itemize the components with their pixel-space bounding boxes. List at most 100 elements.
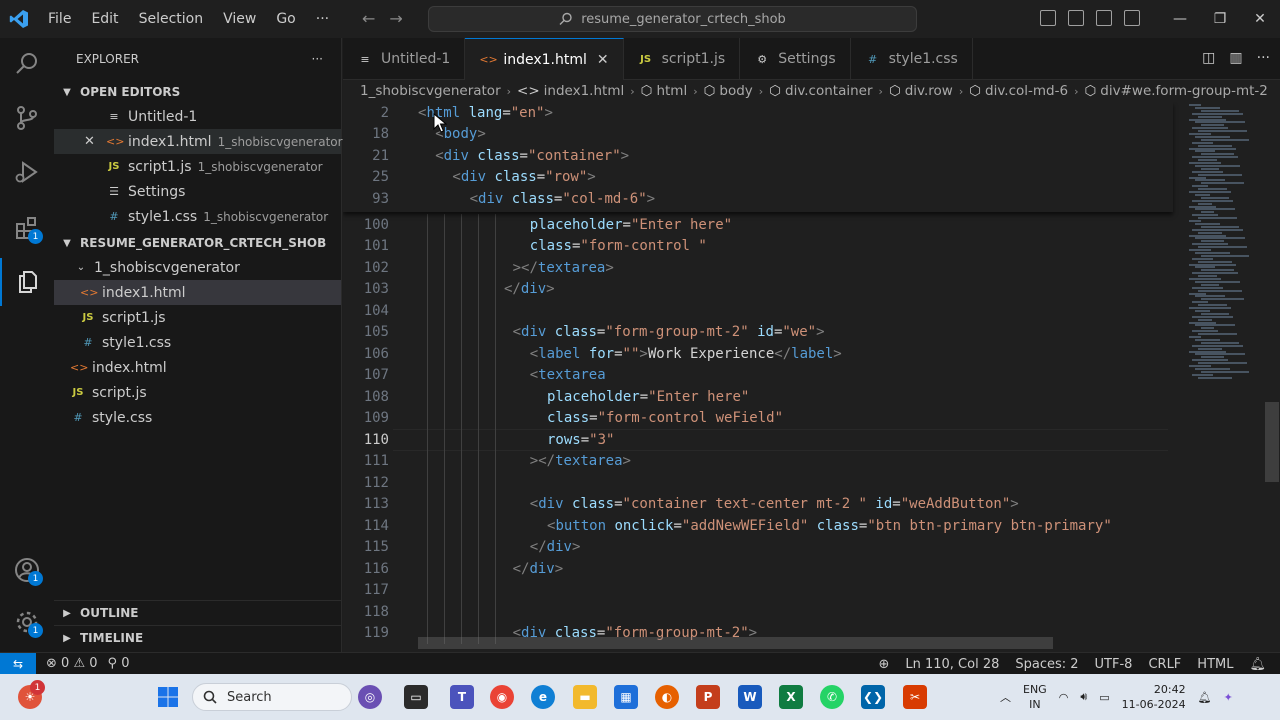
code-line[interactable]: 111 ></textarea>: [343, 451, 1173, 473]
sticky-scroll[interactable]: 2 <html lang="en"> 18 <body> 21 <div class="c…: [343, 102, 1173, 212]
windows-start-icon[interactable]: [156, 685, 180, 709]
copilot-tray-icon[interactable]: ✦: [1224, 691, 1233, 704]
tab-index1-html[interactable]: <> index1.html ✕: [465, 38, 624, 80]
restore-icon[interactable]: ❐: [1200, 0, 1240, 38]
remote-indicator-icon[interactable]: ⇆: [0, 652, 36, 675]
split-editor-icon[interactable]: ▥: [1229, 50, 1242, 66]
code-editor[interactable]: 100 placeholder="Enter here" 101 class="for…: [343, 102, 1280, 652]
clock[interactable]: 20:42 11-06-2024: [1122, 682, 1186, 712]
more-actions-icon[interactable]: ···: [1257, 50, 1270, 66]
chevron-up-icon[interactable]: ︿: [1000, 689, 1011, 705]
menu-file[interactable]: File: [38, 0, 81, 38]
file-item[interactable]: <> index1.html: [54, 280, 341, 305]
code-line[interactable]: 112: [343, 472, 1173, 494]
open-editor-item[interactable]: ✕ <> index1.html 1_shobiscvgenerator: [54, 129, 343, 154]
close-tab-icon[interactable]: ✕: [597, 52, 609, 68]
code-line[interactable]: 116 </div>: [343, 558, 1173, 580]
toggle-panel-icon[interactable]: [1068, 10, 1084, 26]
menu-go[interactable]: Go: [266, 0, 305, 38]
open-changes-icon[interactable]: ◫: [1202, 50, 1215, 66]
file-item[interactable]: # style1.css: [54, 330, 341, 355]
language-mode[interactable]: HTML: [1197, 657, 1233, 672]
minimap[interactable]: [1185, 102, 1280, 652]
code-line[interactable]: 21 <div class="container">: [343, 145, 1173, 167]
ports-indicator[interactable]: ⚲ 0: [108, 656, 130, 671]
code-line[interactable]: 108 placeholder="Enter here": [343, 386, 1173, 408]
folder-item[interactable]: ⌄ 1_shobiscvgenerator: [54, 255, 341, 280]
file-item[interactable]: # style.css: [54, 405, 341, 430]
code-line[interactable]: 115 </div>: [343, 537, 1173, 559]
explorer-more-button[interactable]: ···: [312, 52, 323, 66]
minimize-icon[interactable]: —: [1160, 0, 1200, 38]
code-line[interactable]: 117: [343, 580, 1173, 602]
breadcrumb-item[interactable]: 1_shobiscvgenerator: [360, 83, 501, 99]
problems-indicator[interactable]: ⊗ 0 ⚠ 0: [46, 656, 98, 671]
code-line[interactable]: 106 <label for="">Work Experience</label>: [343, 343, 1173, 365]
explorer-activity[interactable]: [0, 40, 54, 88]
menu-edit[interactable]: Edit: [81, 0, 128, 38]
open-editor-item[interactable]: ≡ Untitled-1: [54, 104, 341, 129]
menu-selection[interactable]: Selection: [129, 0, 214, 38]
breadcrumb-item[interactable]: index1.html: [544, 83, 625, 99]
cursor-position[interactable]: Ln 110, Col 28: [905, 657, 999, 672]
code-line[interactable]: 118: [343, 601, 1173, 623]
breadcrumb-item[interactable]: div.row: [905, 83, 953, 99]
snipping-tool-icon[interactable]: ✂: [903, 685, 927, 709]
open-editor-item[interactable]: JS script1.js 1_shobiscvgenerator: [54, 154, 341, 179]
tab-style1-css[interactable]: # style1.css: [851, 38, 973, 80]
file-item[interactable]: JS script.js: [54, 380, 341, 405]
tab-script1-js[interactable]: JS script1.js: [624, 38, 741, 80]
close-editor-icon[interactable]: ✕: [84, 134, 95, 149]
code-line[interactable]: 101 class="form-control ": [343, 236, 1173, 258]
encoding[interactable]: UTF-8: [1095, 657, 1133, 672]
powerpoint-app-icon[interactable]: P: [696, 685, 720, 709]
toggle-primary-sidebar-icon[interactable]: [1040, 10, 1056, 26]
code-line[interactable]: 102 ></textarea>: [343, 257, 1173, 279]
file-explorer-icon[interactable]: ▬: [573, 685, 597, 709]
breadcrumb-item[interactable]: div.container: [785, 83, 873, 99]
copilot-app-icon[interactable]: ◎: [358, 685, 382, 709]
close-window-icon[interactable]: ✕: [1240, 0, 1280, 38]
whatsapp-app-icon[interactable]: ✆: [820, 685, 844, 709]
file-item[interactable]: <> index.html: [54, 355, 341, 380]
tab-settings[interactable]: ⚙ Settings: [740, 38, 851, 80]
firefox-app-icon[interactable]: ◐: [655, 685, 679, 709]
end-of-line[interactable]: CRLF: [1148, 657, 1181, 672]
menu-more[interactable]: ···: [306, 0, 339, 38]
command-center-search[interactable]: resume_generator_crtech_shob: [428, 6, 917, 32]
horizontal-scrollbar[interactable]: [418, 637, 1053, 649]
breadcrumb-item[interactable]: div#we.form-group-mt-2: [1100, 83, 1268, 99]
timeline-section[interactable]: ▶ TIMELINE: [54, 625, 341, 650]
zoom-icon[interactable]: ⊕: [878, 657, 889, 672]
notification-icon[interactable]: 🔔︎: [1198, 691, 1212, 704]
run-debug-activity[interactable]: [0, 148, 54, 196]
code-line[interactable]: 107 <textarea: [343, 365, 1173, 387]
taskbar-search[interactable]: Search: [192, 683, 352, 711]
store-app-icon[interactable]: ▦: [614, 685, 638, 709]
code-line[interactable]: 100 placeholder="Enter here": [343, 214, 1173, 236]
notifications-bell-icon[interactable]: 🔔︎: [1249, 657, 1266, 672]
code-line[interactable]: 25 <div class="row">: [343, 167, 1173, 189]
word-app-icon[interactable]: W: [738, 685, 762, 709]
code-line[interactable]: 104: [343, 300, 1173, 322]
breadcrumb-item[interactable]: body: [719, 83, 752, 99]
excel-app-icon[interactable]: X: [779, 685, 803, 709]
source-control-activity[interactable]: [0, 94, 54, 142]
breadcrumb-item[interactable]: div.col-md-6: [985, 83, 1068, 99]
edge-app-icon[interactable]: e: [531, 685, 555, 709]
vertical-scrollbar[interactable]: [1265, 402, 1279, 482]
code-line[interactable]: 114 <button onclick="addNewWEField" class…: [343, 515, 1173, 537]
open-editor-item[interactable]: # style1.css 1_shobiscvgenerator: [54, 204, 341, 229]
language-indicator[interactable]: ENG IN: [1023, 682, 1047, 712]
chrome-app-icon[interactable]: ◉: [490, 685, 514, 709]
tab-untitled[interactable]: ≡ Untitled-1: [343, 38, 466, 80]
open-editors-section[interactable]: ▼ OPEN EDITORS: [54, 80, 341, 104]
project-section[interactable]: ▼ RESUME_GENERATOR_CRTECH_SHOB: [54, 231, 341, 255]
code-line[interactable]: 110 rows="3": [343, 429, 1173, 451]
code-line[interactable]: 109 class="form-control weField": [343, 408, 1173, 430]
back-arrow-icon[interactable]: ←: [362, 9, 375, 28]
extensions-activity[interactable]: 1: [0, 204, 54, 252]
code-line[interactable]: 105 <div class="form-group-mt-2" id="we">: [343, 322, 1173, 344]
file-item[interactable]: JS script1.js: [54, 305, 341, 330]
code-line[interactable]: 2 <html lang="en">: [343, 102, 1173, 124]
